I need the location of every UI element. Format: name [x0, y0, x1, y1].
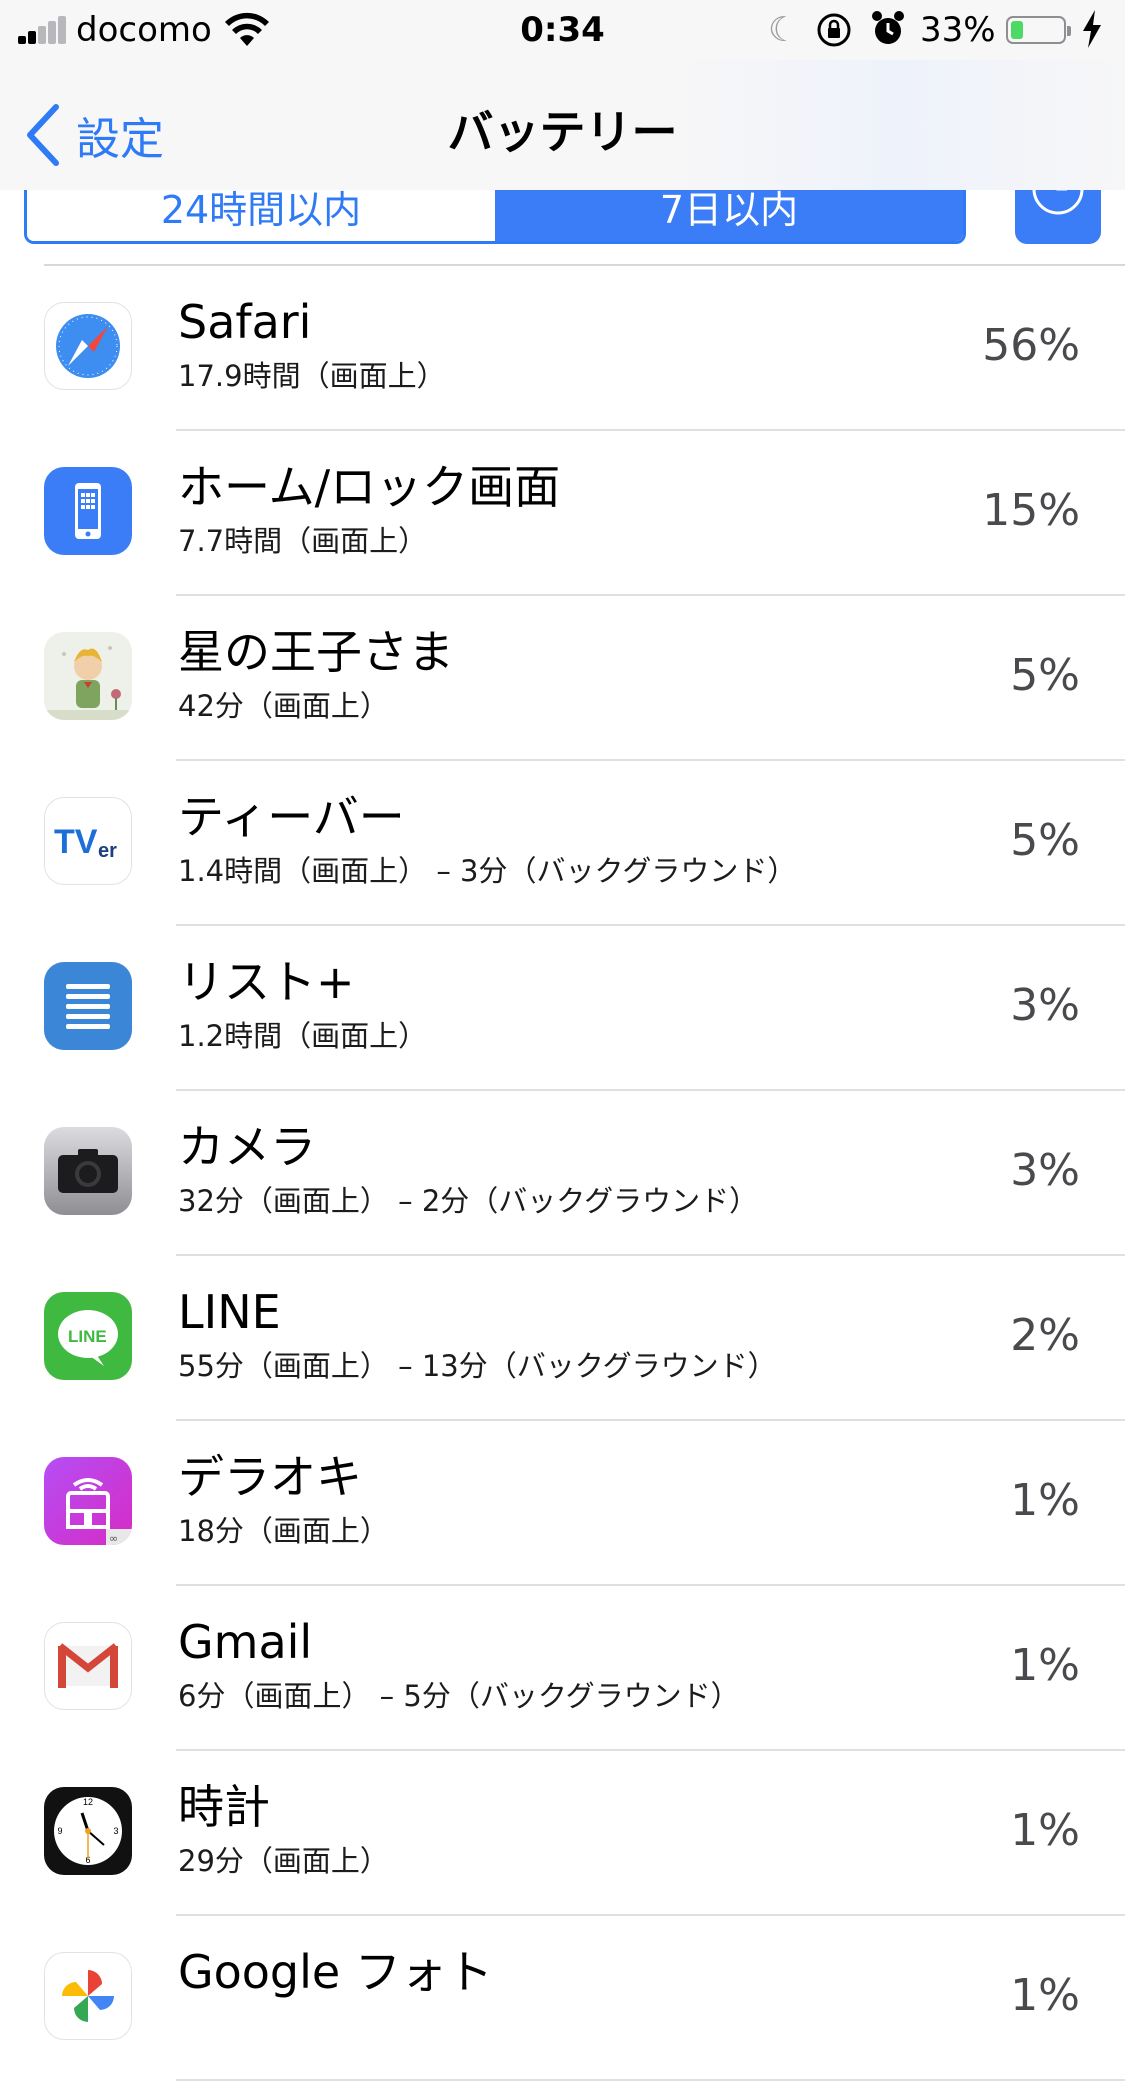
app-battery-row[interactable]: 12 3 6 9 時計 29分（画面上） 1%	[0, 1751, 1125, 1916]
app-name: Gmail	[178, 1615, 313, 1669]
app-battery-row[interactable]: ホーム/ロック画面 7.7時間（画面上） 15%	[0, 431, 1125, 596]
app-usage-detail: 55分（画面上） – 13分（バックグラウンド）	[178, 1349, 777, 1383]
google-photos-icon	[44, 1952, 132, 2040]
do-not-disturb-icon: ☾	[768, 10, 799, 50]
app-usage-detail: 29分（画面上）	[178, 1844, 389, 1878]
app-battery-row[interactable]: リスト+ 1.2時間（画面上） 3%	[0, 926, 1125, 1091]
app-name: リスト+	[178, 955, 355, 1009]
app-name: デラオキ	[178, 1450, 362, 1504]
app-name: 時計	[178, 1780, 270, 1834]
battery-percent: 33%	[920, 10, 996, 50]
app-usage-detail: 1.2時間（画面上）	[178, 1019, 428, 1053]
app-usage-detail: 6分（画面上） – 5分（バックグラウンド）	[178, 1679, 740, 1713]
battery-usage-percent: 3%	[1010, 980, 1080, 1031]
list-plus-icon	[44, 962, 132, 1050]
app-usage-list: Safari 17.9時間（画面上） 56% ホーム/ロック画面 7.7時間（画面上） 1…	[0, 266, 1125, 2081]
app-usage-detail: 18分（画面上）	[178, 1514, 389, 1548]
app-usage-detail: 17.9時間（画面上）	[178, 359, 446, 393]
app-name: Safari	[178, 295, 312, 349]
svg-text:er: er	[98, 840, 117, 862]
battery-usage-percent: 15%	[982, 485, 1080, 536]
status-bar: docomo 0:34 ☾ 33%	[0, 0, 1125, 60]
deraoki-icon: ∞	[44, 1457, 132, 1545]
battery-usage-percent: 3%	[1010, 1145, 1080, 1196]
app-name: ホーム/ロック画面	[178, 460, 561, 514]
svg-text:3: 3	[113, 1826, 118, 1836]
svg-text:9: 9	[57, 1826, 62, 1836]
battery-icon	[1006, 16, 1071, 44]
battery-usage-percent: 2%	[1010, 1310, 1080, 1361]
app-battery-row[interactable]: Google フォト 1%	[0, 1916, 1125, 2081]
svg-text:TV: TV	[54, 823, 98, 861]
battery-usage-percent: 1%	[1010, 1475, 1080, 1526]
line-icon: LINE	[44, 1292, 132, 1380]
gmail-icon	[44, 1622, 132, 1710]
app-name: LINE	[178, 1285, 281, 1339]
tver-icon: TV er	[44, 797, 132, 885]
orientation-lock-icon	[817, 13, 851, 47]
battery-usage-percent: 5%	[1010, 815, 1080, 866]
app-battery-row[interactable]: Safari 17.9時間（画面上） 56%	[0, 266, 1125, 431]
home-lock-screen-icon	[44, 467, 132, 555]
app-battery-row[interactable]: Gmail 6分（画面上） – 5分（バックグラウンド） 1%	[0, 1586, 1125, 1751]
svg-text:∞: ∞	[109, 1532, 118, 1545]
little-prince-icon	[44, 632, 132, 720]
battery-usage-percent: 1%	[1010, 1805, 1080, 1856]
battery-usage-percent: 1%	[1010, 1970, 1080, 2021]
svg-text:12: 12	[83, 1797, 93, 1807]
app-name: ティーバー	[178, 790, 405, 844]
clock-app-icon: 12 3 6 9	[44, 1787, 132, 1875]
camera-icon	[44, 1127, 132, 1215]
charging-bolt-icon	[1083, 10, 1101, 48]
app-name: Google フォト	[178, 1945, 493, 1999]
app-battery-row[interactable]: 星の王子さま 42分（画面上） 5%	[0, 596, 1125, 761]
app-name: 星の王子さま	[178, 625, 454, 679]
app-usage-detail: 32分（画面上） – 2分（バックグラウンド）	[178, 1184, 759, 1218]
app-battery-row[interactable]: LINE LINE 55分（画面上） – 13分（バックグラウンド） 2%	[0, 1256, 1125, 1421]
alarm-icon	[872, 11, 904, 44]
navigation-bar: 設定 バッテリー	[0, 60, 1125, 190]
app-battery-row[interactable]: TV er ティーバー 1.4時間（画面上） – 3分（バックグラウンド） 5%	[0, 761, 1125, 926]
safari-icon	[44, 302, 132, 390]
svg-text:LINE: LINE	[68, 1327, 107, 1346]
app-usage-detail: 1.4時間（画面上） – 3分（バックグラウンド）	[178, 854, 797, 888]
battery-usage-percent: 5%	[1010, 650, 1080, 701]
app-usage-detail: 42分（画面上）	[178, 689, 389, 723]
app-usage-detail: 7.7時間（画面上）	[178, 524, 428, 558]
battery-usage-percent: 56%	[982, 320, 1080, 371]
page-title: バッテリー	[447, 105, 678, 159]
app-battery-row[interactable]: ∞ デラオキ 18分（画面上） 1%	[0, 1421, 1125, 1586]
app-name: カメラ	[178, 1120, 316, 1174]
battery-usage-percent: 1%	[1010, 1640, 1080, 1691]
app-battery-row[interactable]: カメラ 32分（画面上） – 2分（バックグラウンド） 3%	[0, 1091, 1125, 1256]
